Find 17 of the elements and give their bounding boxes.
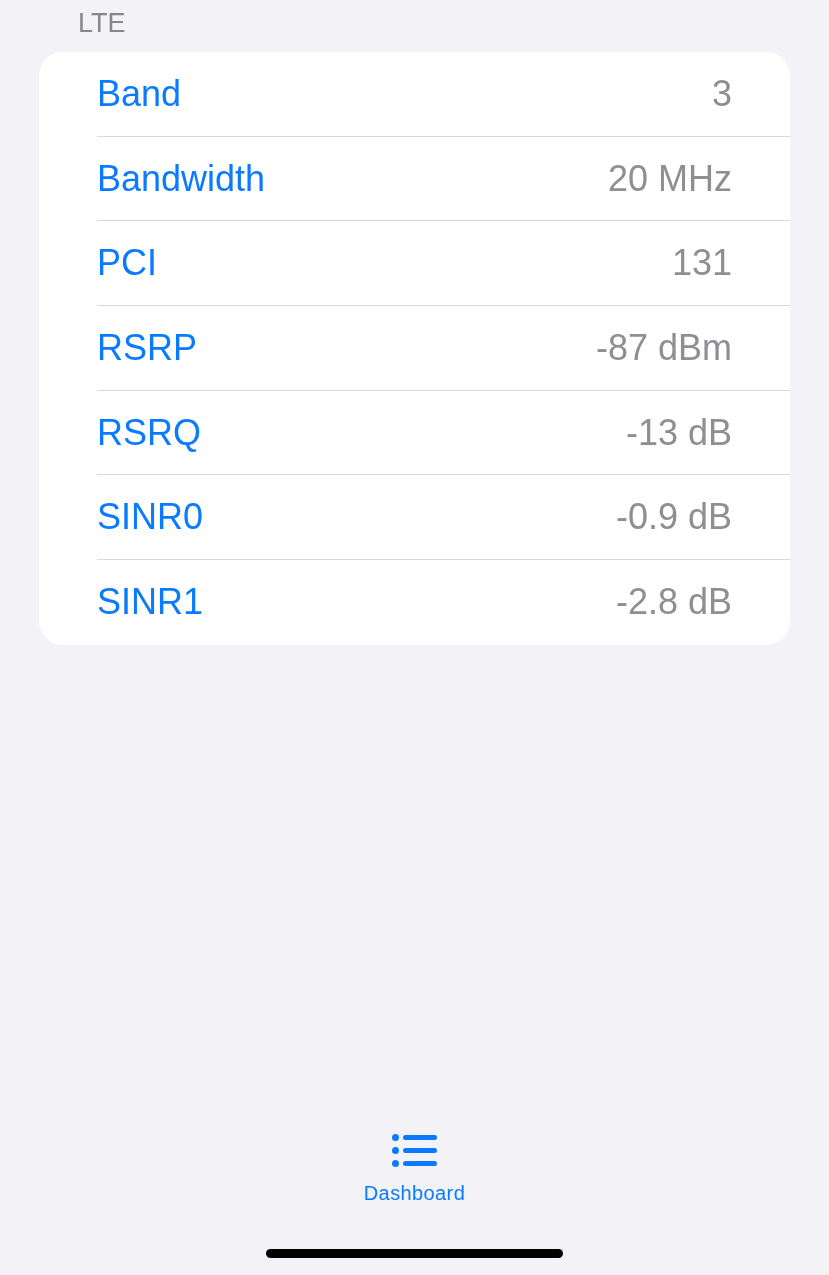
section-header: LTE [78,7,126,40]
list-icon [392,1134,437,1167]
row-label: Band [97,72,182,115]
row-value: 3 [711,72,732,115]
row-label: SINR0 [97,496,204,539]
row-value: 20 MHz [607,157,732,200]
row-label: Bandwidth [97,157,266,200]
row-value: -2.8 dB [615,581,732,624]
tab-item[interactable]: Dashboard [363,1134,466,1205]
row-value: -0.9 dB [615,496,732,539]
row-label: RSRQ [97,411,201,454]
row-label: SINR1 [97,581,204,624]
row-value: -87 dBm [595,326,732,369]
row-label: RSRP [97,326,198,369]
row-label: PCI [97,242,157,285]
row-value: 131 [671,242,732,285]
row-value: -13 dB [625,411,732,454]
